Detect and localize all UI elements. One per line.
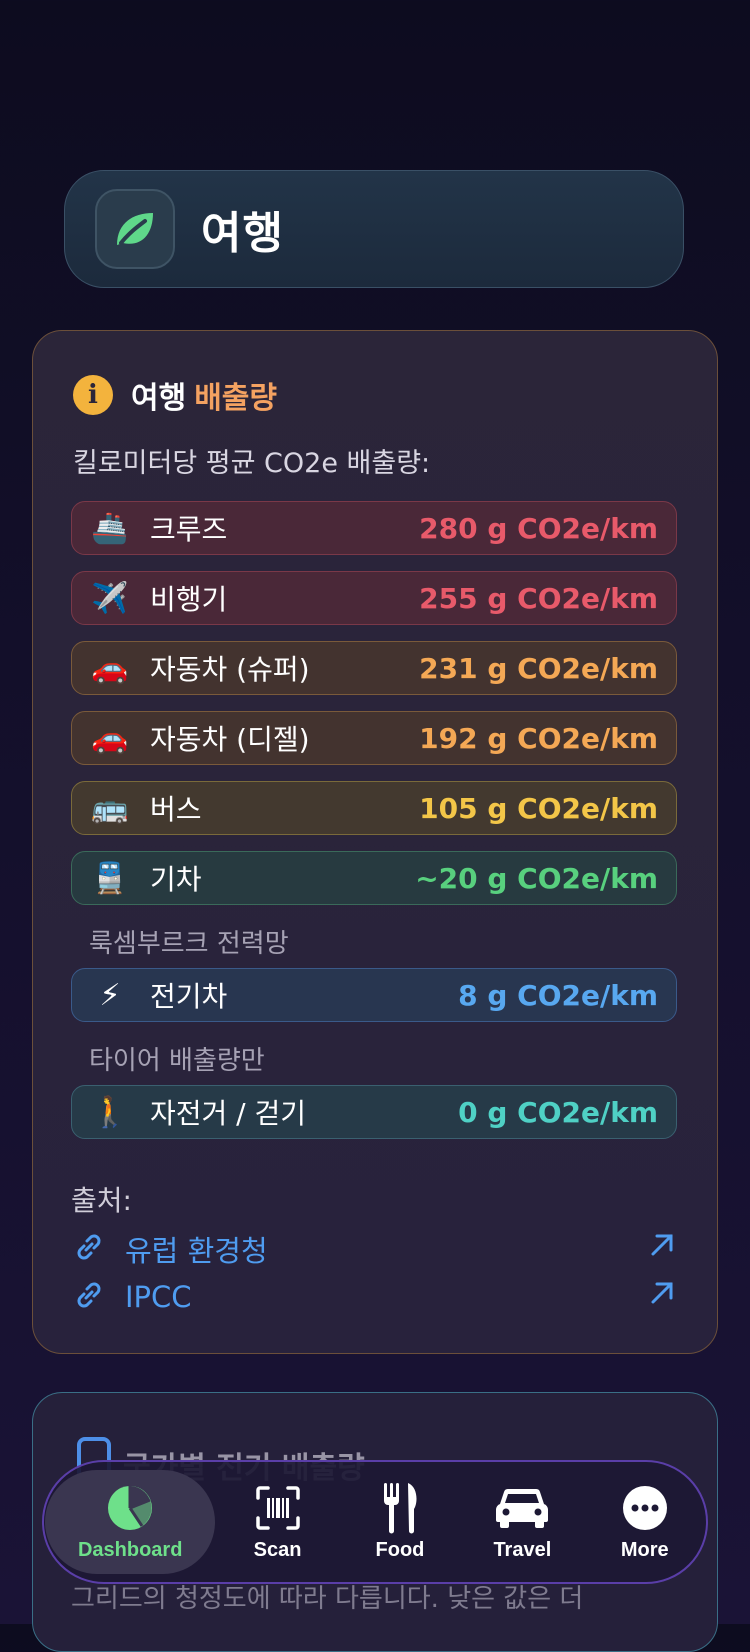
external-arrow-icon bbox=[647, 1230, 677, 1268]
transport-icon: ✈️ bbox=[91, 580, 129, 616]
transport-icon: 🚗 bbox=[91, 720, 129, 756]
train-note: 룩셈부르크 전력망 bbox=[89, 929, 289, 959]
leaf-icon bbox=[95, 189, 175, 269]
tab-label: Food bbox=[375, 1538, 425, 1561]
card-subtitle: 킬로미터당 평균 CO2e 배출량: bbox=[73, 448, 431, 479]
tab-travel[interactable]: Travel bbox=[462, 1470, 582, 1574]
pie-chart-icon bbox=[106, 1483, 154, 1533]
ev-note: 타이어 배출량만 bbox=[89, 1046, 265, 1076]
emission-row: ⚡ 전기차 8 g CO2e/km bbox=[71, 968, 677, 1022]
emission-value: 8 g CO2e/km bbox=[458, 978, 658, 1012]
fork-knife-icon bbox=[380, 1482, 420, 1533]
page-title: 여행 bbox=[201, 208, 284, 259]
emission-row: 🚗 자동차 (슈퍼) 231 g CO2e/km bbox=[71, 641, 677, 695]
transport-label: 자동차 (슈퍼) bbox=[150, 653, 310, 686]
source-link-eea[interactable]: 유럽 환경청 bbox=[71, 1227, 677, 1271]
transport-icon: 🚆 bbox=[91, 860, 129, 896]
tab-food[interactable]: Food bbox=[340, 1470, 460, 1574]
card-title: i 여행 배출량 bbox=[73, 373, 277, 417]
transport-label: 크루즈 bbox=[150, 513, 228, 546]
bottom-tab-bar: Dashboard Scan Food Travel More bbox=[42, 1460, 708, 1584]
tab-label: Travel bbox=[493, 1538, 552, 1561]
emission-value: 231 g CO2e/km bbox=[419, 651, 658, 685]
transport-icon: 🚶 bbox=[91, 1094, 129, 1130]
transport-icon: ⚡ bbox=[99, 977, 121, 1013]
tab-scan[interactable]: Scan bbox=[218, 1470, 338, 1574]
link-icon bbox=[71, 1229, 107, 1269]
info-icon: i bbox=[73, 375, 113, 415]
link-icon bbox=[71, 1277, 107, 1317]
transport-label: 자동차 (디젤) bbox=[150, 723, 310, 756]
sources-label: 출처: bbox=[71, 1184, 132, 1217]
transport-icon: 🚗 bbox=[91, 650, 129, 686]
emission-row: 🚗 자동차 (디젤) 192 g CO2e/km bbox=[71, 711, 677, 765]
external-arrow-icon bbox=[647, 1278, 677, 1316]
transport-icon: 🚢 bbox=[91, 510, 129, 546]
source-link-ipcc[interactable]: IPCC bbox=[71, 1275, 677, 1319]
source-link-label: IPCC bbox=[125, 1280, 192, 1314]
emission-row: 🚢 크루즈 280 g CO2e/km bbox=[71, 501, 677, 555]
tab-more[interactable]: More bbox=[585, 1470, 705, 1574]
transport-label: 자전거 / 걷기 bbox=[150, 1097, 307, 1130]
tab-dashboard[interactable]: Dashboard bbox=[45, 1470, 216, 1574]
card-title-part1: 여행 bbox=[131, 381, 187, 416]
tab-label: More bbox=[620, 1538, 669, 1561]
emission-value: 255 g CO2e/km bbox=[419, 581, 658, 615]
source-link-label: 유럽 환경청 bbox=[125, 1234, 268, 1268]
emission-value: 280 g CO2e/km bbox=[419, 511, 658, 545]
emission-value: 0 g CO2e/km bbox=[458, 1095, 658, 1129]
transport-label: 기차 bbox=[150, 863, 202, 896]
emission-row: 🚆 기차 ~20 g CO2e/km bbox=[71, 851, 677, 905]
transport-label: 전기차 bbox=[150, 980, 228, 1013]
emission-value: 105 g CO2e/km bbox=[419, 791, 658, 825]
transport-label: 버스 bbox=[150, 793, 202, 826]
car-icon bbox=[494, 1483, 550, 1533]
travel-emissions-card: i 여행 배출량 킬로미터당 평균 CO2e 배출량: 🚢 크루즈 280 g CO… bbox=[32, 330, 718, 1354]
emission-row: ✈️ 비행기 255 g CO2e/km bbox=[71, 571, 677, 625]
tab-label: Scan bbox=[253, 1538, 302, 1561]
emission-row: 🚶 자전거 / 걷기 0 g CO2e/km bbox=[71, 1085, 677, 1139]
more-ellipsis-icon bbox=[621, 1483, 669, 1533]
emission-value: 192 g CO2e/km bbox=[419, 721, 658, 755]
card-title-part2: 배출량 bbox=[194, 381, 278, 416]
emission-value: ~20 g CO2e/km bbox=[415, 861, 658, 895]
emission-row: 🚌 버스 105 g CO2e/km bbox=[71, 781, 677, 835]
tab-label: Dashboard bbox=[77, 1538, 183, 1561]
barcode-scan-icon bbox=[254, 1483, 302, 1533]
transport-icon: 🚌 bbox=[91, 790, 129, 826]
transport-label: 비행기 bbox=[150, 583, 228, 616]
page-header: 여행 bbox=[64, 170, 684, 288]
